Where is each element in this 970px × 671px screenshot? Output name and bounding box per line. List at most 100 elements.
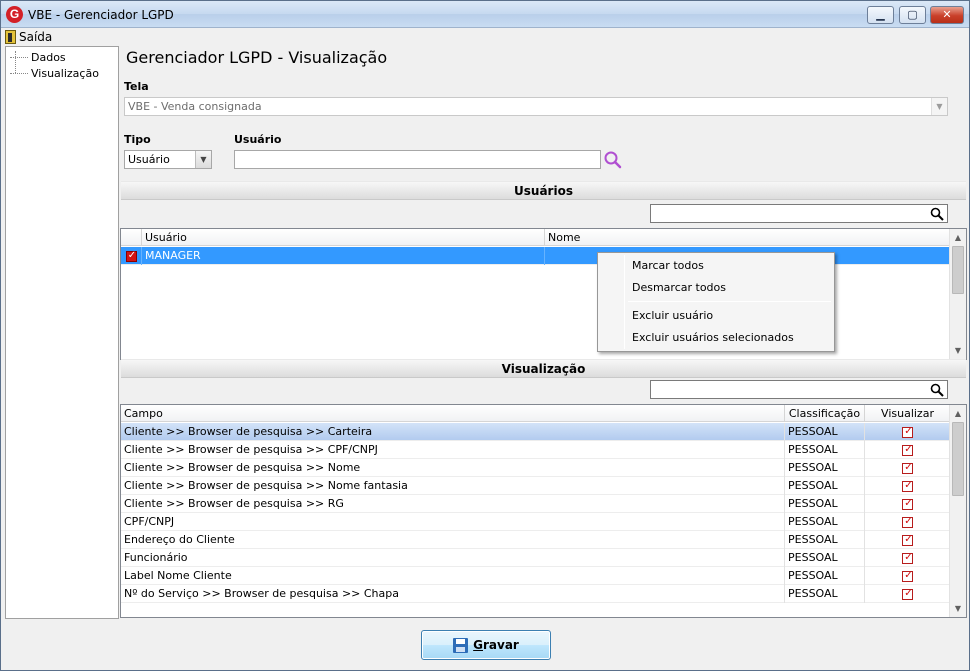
app-logo-icon: G <box>6 6 23 23</box>
classificacao-cell: PESSOAL <box>785 441 865 459</box>
scroll-up-icon[interactable]: ▲ <box>950 405 966 422</box>
campo-cell: Label Nome Cliente <box>121 567 785 585</box>
menu-exit-label: Saída <box>19 30 53 44</box>
visualizar-cell <box>865 459 951 477</box>
classificacao-cell: PESSOAL <box>785 531 865 549</box>
users-grid: Usuário Nome MANAGER ▲ ▼ <box>120 228 967 360</box>
main-window: G VBE - Gerenciador LGPD ▁ ▢ ✕ Saída Dad… <box>0 0 970 671</box>
visualizar-checkbox[interactable] <box>902 479 914 492</box>
table-row[interactable]: CPF/CNPJ PESSOAL <box>121 513 951 531</box>
tree-item-visualizacao[interactable]: Visualização <box>6 66 99 81</box>
tree-branch-line <box>10 73 28 74</box>
table-row[interactable]: Label Nome Cliente PESSOAL <box>121 567 951 585</box>
page-title: Gerenciador LGPD - Visualização <box>126 48 388 67</box>
tela-label: Tela <box>124 80 149 93</box>
campo-cell: Cliente >> Browser de pesquisa >> Cartei… <box>121 423 785 441</box>
view-vertical-scrollbar[interactable]: ▲ ▼ <box>949 405 966 617</box>
campo-cell: Cliente >> Browser de pesquisa >> Nome <box>121 459 785 477</box>
visualizar-checkbox[interactable] <box>902 497 914 510</box>
campo-cell: CPF/CNPJ <box>121 513 785 531</box>
visualizar-checkbox[interactable] <box>902 587 914 600</box>
classificacao-cell: PESSOAL <box>785 549 865 567</box>
scroll-thumb[interactable] <box>952 246 964 294</box>
classificacao-cell: PESSOAL <box>785 423 865 441</box>
tree-item-label: Dados <box>31 51 66 64</box>
users-grid-check-column <box>121 229 142 246</box>
campo-cell: Cliente >> Browser de pesquisa >> CPF/CN… <box>121 441 785 459</box>
maximize-button[interactable]: ▢ <box>899 6 926 24</box>
table-row[interactable]: Cliente >> Browser de pesquisa >> RG PESS… <box>121 495 951 513</box>
scroll-thumb[interactable] <box>952 422 964 496</box>
visualizar-cell <box>865 423 951 441</box>
ctx-unmark-all[interactable]: Desmarcar todos <box>632 279 726 297</box>
tipo-label: Tipo <box>124 133 151 146</box>
visualizar-checkbox[interactable] <box>902 551 914 564</box>
usuario-input[interactable] <box>234 150 601 169</box>
classificacao-cell: PESSOAL <box>785 513 865 531</box>
table-row[interactable]: Cliente >> Browser de pesquisa >> Cartei… <box>121 423 951 441</box>
row-checkbox[interactable] <box>125 249 138 262</box>
table-row[interactable]: Cliente >> Browser de pesquisa >> CPF/CN… <box>121 441 951 459</box>
navigation-tree: Dados Visualização <box>5 46 119 619</box>
view-section-header: Visualização <box>121 359 966 378</box>
title-bar: G VBE - Gerenciador LGPD ▁ ▢ ✕ <box>1 1 969 28</box>
view-col-visualizar[interactable]: Visualizar <box>865 405 951 422</box>
scroll-down-icon[interactable]: ▼ <box>950 600 966 617</box>
visualizar-checkbox[interactable] <box>902 461 914 474</box>
context-menu-separator <box>628 301 831 302</box>
view-col-classificacao[interactable]: Classificação <box>785 405 865 422</box>
tela-combo[interactable]: VBE - Venda consignada ▼ <box>124 97 948 116</box>
users-col-usuario[interactable]: Usuário <box>142 229 545 246</box>
visualizar-checkbox[interactable] <box>902 569 914 582</box>
menu-bar: Saída <box>1 28 969 46</box>
context-menu: Marcar todos Desmarcar todos Excluir usu… <box>597 252 835 352</box>
minimize-button[interactable]: ▁ <box>867 6 894 24</box>
table-row[interactable]: Endereço do Cliente PESSOAL <box>121 531 951 549</box>
exit-door-icon <box>5 30 16 44</box>
scroll-up-icon[interactable]: ▲ <box>950 229 966 246</box>
users-vertical-scrollbar[interactable]: ▲ ▼ <box>949 229 966 359</box>
view-filter-input[interactable] <box>650 380 948 399</box>
table-row[interactable]: Nº do Serviço >> Browser de pesquisa >> … <box>121 585 951 603</box>
users-filter-input[interactable] <box>650 204 948 223</box>
visualizar-checkbox[interactable] <box>902 425 914 438</box>
ctx-mark-all[interactable]: Marcar todos <box>632 257 704 275</box>
search-icon[interactable] <box>603 150 623 170</box>
tipo-combo[interactable]: Usuário ▼ <box>124 150 212 169</box>
campo-cell: Cliente >> Browser de pesquisa >> RG <box>121 495 785 513</box>
visualizar-checkbox[interactable] <box>902 515 914 528</box>
users-col-nome[interactable]: Nome <box>545 229 951 246</box>
table-row[interactable]: Funcionário PESSOAL <box>121 549 951 567</box>
visualizar-cell <box>865 477 951 495</box>
campo-cell: Cliente >> Browser de pesquisa >> Nome f… <box>121 477 785 495</box>
users-grid-header: Usuário Nome <box>121 229 951 246</box>
tree-branch-line <box>10 57 28 58</box>
chevron-down-icon[interactable]: ▼ <box>931 98 947 115</box>
visualizar-cell <box>865 549 951 567</box>
campo-cell: Endereço do Cliente <box>121 531 785 549</box>
tipo-combo-value: Usuário <box>128 153 170 166</box>
campo-cell: Funcionário <box>121 549 785 567</box>
save-button[interactable]: Gravar <box>421 630 551 660</box>
tree-item-label: Visualização <box>31 67 99 80</box>
visualizar-checkbox[interactable] <box>902 533 914 546</box>
ctx-delete-user[interactable]: Excluir usuário <box>632 307 713 325</box>
table-row[interactable]: Cliente >> Browser de pesquisa >> Nome PE… <box>121 459 951 477</box>
visualizar-cell <box>865 441 951 459</box>
view-grid-header: Campo Classificação Visualizar <box>121 405 951 422</box>
scroll-down-icon[interactable]: ▼ <box>950 342 966 359</box>
view-col-campo[interactable]: Campo <box>121 405 785 422</box>
classificacao-cell: PESSOAL <box>785 495 865 513</box>
table-row[interactable]: Cliente >> Browser de pesquisa >> Nome f… <box>121 477 951 495</box>
visualizar-checkbox[interactable] <box>902 443 914 456</box>
search-icon[interactable] <box>930 383 944 397</box>
tree-item-dados[interactable]: Dados <box>6 50 66 65</box>
visualizar-cell <box>865 495 951 513</box>
ctx-delete-selected-users[interactable]: Excluir usuários selecionados <box>632 329 794 347</box>
search-icon[interactable] <box>930 207 944 221</box>
close-button[interactable]: ✕ <box>930 6 964 24</box>
menu-exit[interactable]: Saída <box>5 28 52 46</box>
classificacao-cell: PESSOAL <box>785 567 865 585</box>
classificacao-cell: PESSOAL <box>785 477 865 495</box>
chevron-down-icon[interactable]: ▼ <box>195 151 211 168</box>
